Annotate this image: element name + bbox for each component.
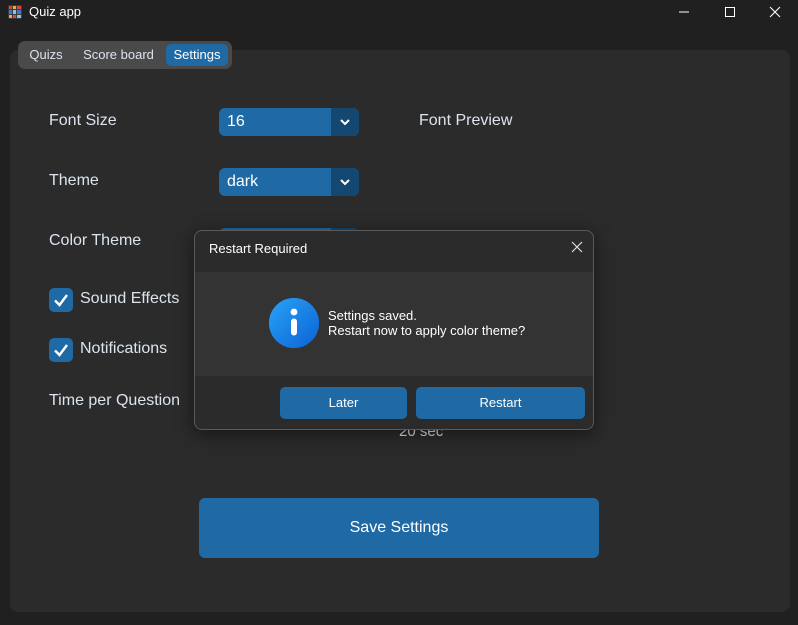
info-icon [269, 298, 319, 348]
dialog-message-line-2: Restart now to apply color theme? [328, 323, 526, 338]
chevron-down-icon [340, 119, 350, 126]
sound-effects-label: Sound Effects [80, 290, 180, 307]
restart-button[interactable]: Restart [416, 387, 585, 419]
font-preview-label: Font Preview [419, 112, 513, 129]
app-icon [8, 5, 22, 19]
close-window-button[interactable] [752, 0, 798, 24]
close-icon [769, 6, 781, 18]
maximize-icon [725, 7, 735, 17]
font-size-label: Font Size [49, 112, 117, 129]
theme-label: Theme [49, 172, 99, 189]
tab-settings[interactable]: Settings [166, 44, 228, 66]
window-title: Quiz app [29, 4, 82, 19]
checkmark-icon [54, 344, 68, 357]
dialog-message: Settings saved. Restart now to apply col… [328, 308, 525, 338]
title-bar: Quiz app [0, 0, 798, 24]
tab-bar: Quizs Score board Settings [18, 41, 232, 69]
dialog-title: Restart Required [209, 241, 308, 256]
notifications-label: Notifications [80, 340, 168, 357]
tab-quizzes[interactable]: Quizs [22, 44, 70, 66]
later-button[interactable]: Later [280, 387, 407, 419]
tab-score-board[interactable]: Score board [76, 44, 161, 66]
font-size-dropdown[interactable]: 16 [219, 108, 359, 136]
minimize-icon [679, 11, 689, 13]
font-size-value: 16 [227, 113, 245, 130]
theme-value: dark [227, 173, 259, 190]
restart-dialog: Restart Required Settings saved. Restart… [194, 230, 594, 430]
theme-dropdown[interactable]: dark [219, 168, 359, 196]
notifications-checkbox[interactable] [49, 338, 73, 362]
dialog-message-line-1: Settings saved. [328, 308, 417, 323]
save-settings-button[interactable]: Save Settings [199, 498, 599, 558]
dialog-body: Settings saved. Restart now to apply col… [195, 272, 593, 376]
chevron-down-icon [340, 179, 350, 186]
theme-dropdown-arrow[interactable] [331, 168, 359, 196]
time-per-question-label: Time per Question [49, 392, 181, 409]
font-size-dropdown-arrow[interactable] [331, 108, 359, 136]
sound-effects-checkbox[interactable] [49, 288, 73, 312]
color-theme-label: Color Theme [49, 232, 142, 249]
close-icon[interactable] [570, 240, 584, 254]
maximize-button[interactable] [707, 0, 753, 24]
checkmark-icon [54, 294, 68, 307]
minimize-button[interactable] [661, 0, 707, 24]
